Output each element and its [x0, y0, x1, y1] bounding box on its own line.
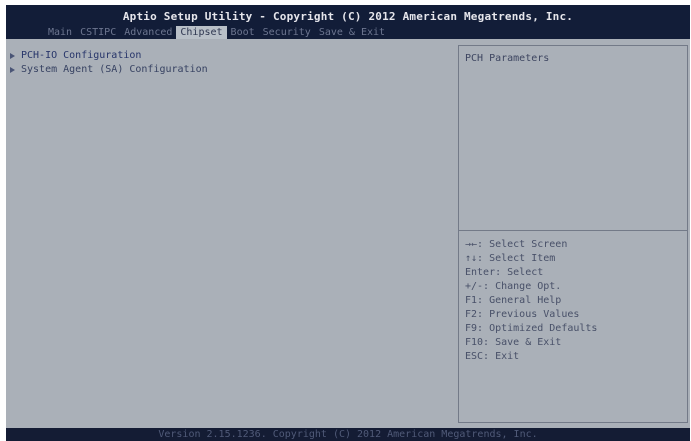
submenu-arrow-icon	[10, 66, 15, 73]
key-hint-select-screen: →←: Select Screen	[465, 239, 568, 250]
tab-main[interactable]: Main	[44, 26, 76, 39]
key-hint-optimized-defaults: F9: Optimized Defaults	[465, 323, 598, 334]
key-hint-select-item: ↑↓: Select Item	[465, 253, 556, 264]
key-hint-enter-select: Enter: Select	[465, 267, 544, 278]
tab-boot[interactable]: Boot	[227, 26, 259, 39]
key-hint-previous-values: F2: Previous Values	[465, 309, 580, 320]
submenu-arrow-icon	[10, 52, 15, 59]
tab-bar: Main CSTIPC Advanced Chipset Boot Securi…	[44, 26, 389, 39]
menu-item-system-agent-configuration[interactable]: System Agent (SA) Configuration	[10, 63, 208, 76]
tab-security[interactable]: Security	[259, 26, 315, 39]
help-panel: PCH Parameters →←: Select Screen ↑↓: Sel…	[458, 45, 688, 423]
version-text: Version 2.15.1236. Copyright (C) 2012 Am…	[158, 429, 538, 440]
menu-item-label: PCH-IO Configuration	[21, 50, 142, 61]
bios-screen: Aptio Setup Utility - Copyright (C) 2012…	[6, 5, 690, 441]
tab-advanced[interactable]: Advanced	[120, 26, 176, 39]
tab-chipset[interactable]: Chipset	[176, 26, 227, 39]
tab-save-exit[interactable]: Save & Exit	[315, 26, 389, 39]
menu-item-pch-io-configuration[interactable]: PCH-IO Configuration	[10, 49, 141, 62]
key-hint-general-help: F1: General Help	[465, 295, 562, 306]
key-hint-save-exit: F10: Save & Exit	[465, 337, 562, 348]
menu-pane: PCH-IO Configuration System Agent (SA) C…	[6, 45, 456, 423]
key-hint-esc-exit: ESC: Exit	[465, 351, 520, 362]
menu-item-label: System Agent (SA) Configuration	[21, 64, 208, 75]
key-legend: →←: Select Screen ↑↓: Select Item Enter:…	[465, 238, 597, 364]
key-hint-change-opt: +/-: Change Opt.	[465, 281, 562, 292]
item-help-box: PCH Parameters	[459, 46, 687, 231]
tab-cstipc[interactable]: CSTIPC	[76, 26, 120, 39]
item-help-text: PCH Parameters	[465, 53, 550, 64]
title-bar: Aptio Setup Utility - Copyright (C) 2012…	[6, 5, 690, 39]
main-content: PCH-IO Configuration System Agent (SA) C…	[6, 39, 690, 428]
app-title: Aptio Setup Utility - Copyright (C) 2012…	[122, 10, 574, 23]
footer-bar: Version 2.15.1236. Copyright (C) 2012 Am…	[6, 428, 690, 441]
